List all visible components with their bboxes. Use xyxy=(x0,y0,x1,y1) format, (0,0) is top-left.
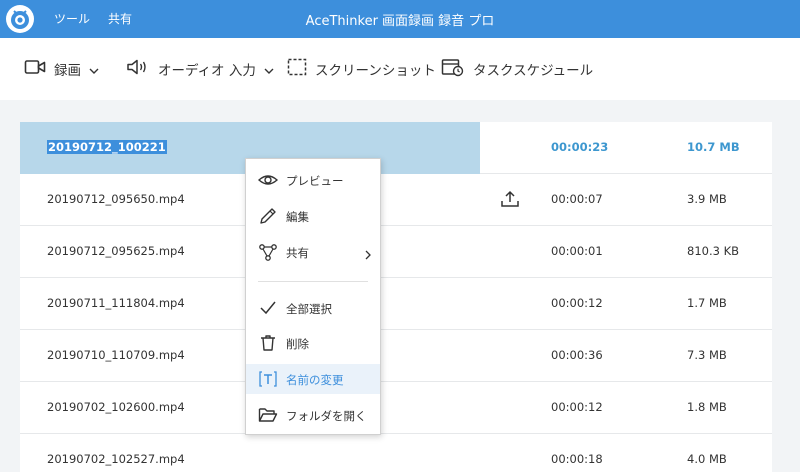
app-title: AceThinker 画面録画 録音 プロ xyxy=(305,14,495,29)
menu-item-label: 削除 xyxy=(286,337,309,351)
menu-item-edit[interactable]: 編集 xyxy=(246,201,380,231)
chevron-right-icon xyxy=(364,245,372,264)
upload-icon[interactable] xyxy=(500,190,520,212)
file-size: 1.8 MB xyxy=(687,400,727,414)
menu-item-label: 名前の変更 xyxy=(286,373,344,387)
eye-icon xyxy=(257,171,279,189)
toolbar: 録画 オーディオ 入力 スクリーンショット タスクスケジュール xyxy=(0,38,800,100)
file-name: 20190712_095625.mp4 xyxy=(47,244,185,258)
file-name: 20190712_095650.mp4 xyxy=(47,192,185,206)
file-duration: 00:00:07 xyxy=(551,192,603,206)
menu-item-open-folder[interactable]: フォルダを開く xyxy=(246,400,380,430)
screenshot-label: スクリーンショット xyxy=(315,63,436,79)
table-row[interactable]: 20190710_110709.mp4 00:00:36 7.3 MB xyxy=(20,330,772,382)
file-duration: 00:00:18 xyxy=(551,452,603,466)
file-name: 20190711_111804.mp4 xyxy=(47,296,185,310)
file-name-edit[interactable]: 20190712_100221 xyxy=(47,140,167,154)
chevron-down-icon xyxy=(89,60,99,79)
task-schedule-button[interactable]: タスクスケジュール xyxy=(441,58,593,80)
menu-divider xyxy=(258,281,368,282)
file-size: 1.7 MB xyxy=(687,296,727,310)
file-duration: 00:00:12 xyxy=(551,296,603,310)
table-row[interactable]: 20190712_095650.mp4 00:00:07 3.9 MB xyxy=(20,174,772,226)
chevron-down-icon xyxy=(264,60,274,79)
menu-item-label: プレビュー xyxy=(286,174,344,188)
file-size: 810.3 KB xyxy=(687,244,740,258)
context-menu: プレビュー 編集 共有 全部選択 削除 名前の変更 フォルダを開く xyxy=(245,158,381,435)
file-area: 20190712_100221 00:00:23 10.7 MB 2019071… xyxy=(0,100,800,472)
menu-item-label: 共有 xyxy=(286,246,309,260)
table-row[interactable]: 20190711_111804.mp4 00:00:12 1.7 MB xyxy=(20,278,772,330)
file-duration: 00:00:36 xyxy=(551,348,603,362)
menu-item-label: フォルダを開く xyxy=(286,409,367,423)
file-name: 20190702_102600.mp4 xyxy=(47,400,185,414)
file-duration: 00:00:23 xyxy=(551,140,609,154)
checkmark-icon xyxy=(258,299,278,317)
trash-icon xyxy=(258,334,278,352)
file-size: 10.7 MB xyxy=(687,140,740,154)
file-size: 7.3 MB xyxy=(687,348,727,362)
record-label: 録画 xyxy=(54,63,81,79)
share-nodes-icon xyxy=(258,243,278,261)
menu-item-rename[interactable]: 名前の変更 xyxy=(246,364,380,394)
screenshot-button[interactable]: スクリーンショット xyxy=(287,58,436,80)
record-button[interactable]: 録画 xyxy=(24,58,99,80)
table-row[interactable]: 20190712_100221 00:00:23 10.7 MB xyxy=(20,122,772,174)
menu-item-label: 全部選択 xyxy=(286,302,332,316)
task-schedule-label: タスクスケジュール xyxy=(473,63,594,79)
file-size: 3.9 MB xyxy=(687,192,727,206)
file-size: 4.0 MB xyxy=(687,452,727,466)
file-duration: 00:00:12 xyxy=(551,400,603,414)
folder-open-icon xyxy=(258,406,278,424)
audio-input-button[interactable]: オーディオ 入力 xyxy=(126,58,274,80)
menu-item-delete[interactable]: 削除 xyxy=(246,328,380,358)
calendar-clock-icon xyxy=(441,57,465,81)
menu-item-label: 編集 xyxy=(286,210,309,224)
table-row[interactable]: 20190702_102527.mp4 00:00:18 4.0 MB xyxy=(20,434,772,472)
pencil-icon xyxy=(258,207,278,225)
file-duration: 00:00:01 xyxy=(551,244,603,258)
text-t-icon xyxy=(258,370,278,388)
file-list: 20190712_100221 00:00:23 10.7 MB 2019071… xyxy=(20,122,772,472)
file-name: 20190702_102527.mp4 xyxy=(47,452,185,466)
video-camera-icon xyxy=(24,58,46,80)
menu-item-select-all[interactable]: 全部選択 xyxy=(246,293,380,323)
table-row[interactable]: 20190712_095625.mp4 00:00:01 810.3 KB xyxy=(20,226,772,278)
file-name: 20190710_110709.mp4 xyxy=(47,348,185,362)
menu-item-share[interactable]: 共有 xyxy=(246,237,380,267)
title-bar: ツール 共有 AceThinker 画面録画 録音 プロ xyxy=(0,0,800,38)
crop-frame-icon xyxy=(287,58,307,80)
audio-input-label: オーディオ 入力 xyxy=(158,63,256,79)
speaker-icon xyxy=(126,58,150,80)
table-row[interactable]: 20190702_102600.mp4 00:00:12 1.8 MB xyxy=(20,382,772,434)
menu-item-preview[interactable]: プレビュー xyxy=(246,165,380,195)
